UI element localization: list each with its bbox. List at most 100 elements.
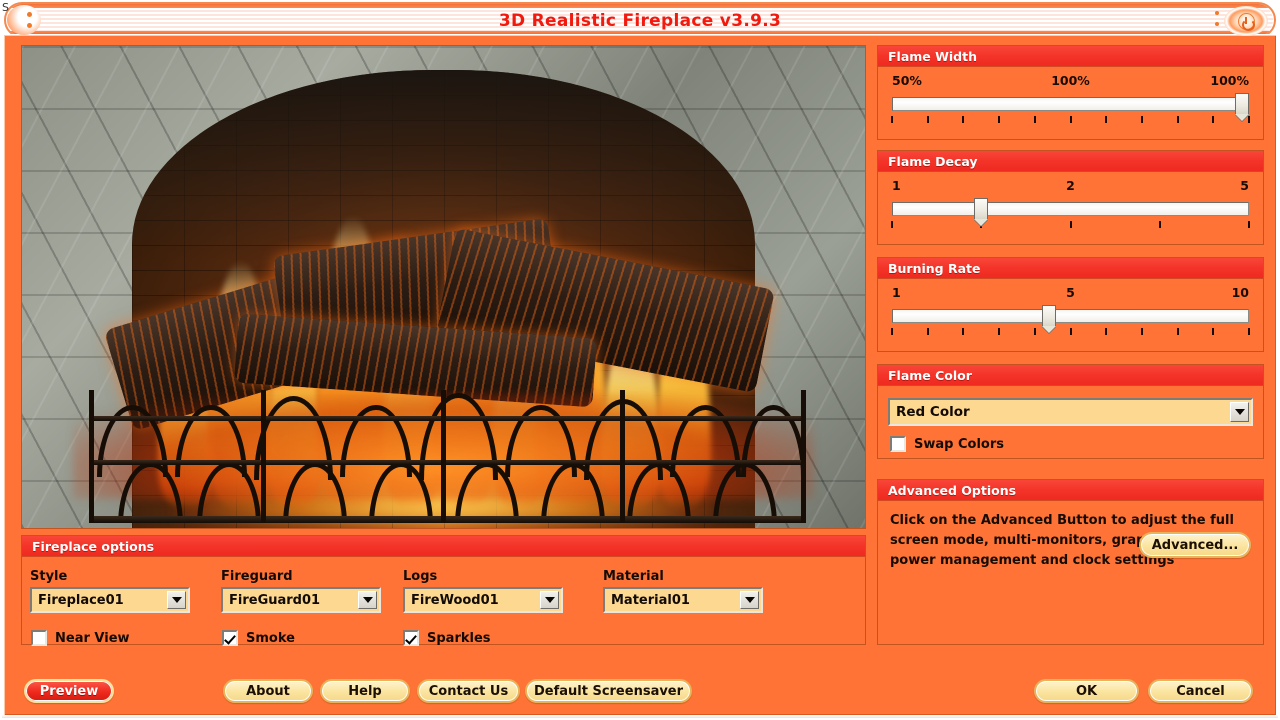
cancel-button[interactable]: Cancel: [1148, 679, 1253, 703]
help-button[interactable]: Help: [320, 679, 410, 703]
burning-rate-scale: 1 5 10: [892, 285, 1249, 303]
fireguard-label: Fireguard: [221, 569, 293, 584]
sparkles-label: Sparkles: [427, 630, 491, 646]
flame-width-max-label: 100%: [1210, 73, 1249, 88]
flame-width-min-label: 50%: [892, 73, 922, 88]
advanced-options-header: Advanced Options: [878, 480, 1263, 501]
flame-width-header: Flame Width: [878, 46, 1263, 67]
default-screensaver-button-label: Default Screensaver: [533, 683, 684, 699]
style-field: Style Fireplace01: [30, 569, 190, 613]
advanced-button-label: Advanced...: [1151, 537, 1239, 553]
about-button-label: About: [246, 683, 290, 699]
chevron-down-icon[interactable]: [358, 591, 377, 609]
application-window: S 3D Realistic Fireplace v3.9.3 Fireplac…: [0, 0, 1280, 720]
window-left-cap-icon: [7, 5, 41, 35]
logs-label: Logs: [403, 569, 438, 584]
title-bar: 3D Realistic Fireplace v3.9.3: [4, 2, 1276, 38]
flame-decay-mid-label: 2: [1066, 178, 1075, 193]
flame-color-panel: Flame Color Red Color Swap Colors: [877, 364, 1264, 459]
flame-width-ticks: [891, 116, 1250, 125]
fireplace-options-panel: Fireplace options Style Fireplace01 Fire…: [21, 535, 866, 646]
cancel-button-label: Cancel: [1176, 683, 1225, 699]
fireplace-options-title: Fireplace options: [32, 538, 155, 554]
preview-button[interactable]: Preview: [24, 679, 114, 703]
burning-rate-mid-label: 5: [1066, 285, 1075, 300]
burning-rate-panel: Burning Rate 1 5 10: [877, 257, 1264, 352]
contact-us-button[interactable]: Contact Us: [417, 679, 520, 703]
smoke-checkbox-row[interactable]: Smoke: [222, 630, 295, 646]
fireguard-field: Fireguard FireGuard01: [221, 569, 381, 613]
burning-rate-max-label: 10: [1231, 285, 1249, 300]
near-view-checkbox-row[interactable]: Near View: [31, 630, 130, 646]
fireplace-preview: [21, 45, 866, 529]
window-body: Fireplace options Style Fireplace01 Fire…: [2, 34, 1278, 718]
near-view-label: Near View: [55, 630, 130, 646]
flame-decay-slider-thumb[interactable]: [974, 198, 989, 220]
chevron-down-icon[interactable]: [540, 591, 559, 609]
stray-glyph: S: [2, 1, 9, 14]
material-field: Material Material01: [603, 569, 763, 613]
flame-decay-max-label: 5: [1240, 178, 1249, 193]
advanced-options-panel: Advanced Options Click on the Advanced B…: [877, 479, 1264, 645]
flame-width-title: Flame Width: [888, 48, 978, 64]
flame-decay-header: Flame Decay: [878, 151, 1263, 172]
advanced-options-title: Advanced Options: [888, 482, 1017, 498]
sparkles-checkbox-row[interactable]: Sparkles: [403, 630, 491, 646]
swap-colors-label: Swap Colors: [914, 436, 1004, 452]
flame-color-header: Flame Color: [878, 365, 1263, 386]
fireguard-combobox[interactable]: FireGuard01: [221, 587, 381, 613]
smoke-checkbox[interactable]: [222, 630, 238, 646]
burning-rate-slider[interactable]: [892, 305, 1249, 327]
fireguard-value: FireGuard01: [229, 592, 321, 608]
material-label: Material: [603, 569, 664, 584]
material-combobox[interactable]: Material01: [603, 587, 763, 613]
default-screensaver-button[interactable]: Default Screensaver: [525, 679, 692, 703]
flame-decay-title: Flame Decay: [888, 153, 978, 169]
help-button-label: Help: [348, 683, 382, 699]
chevron-down-icon[interactable]: [1230, 402, 1249, 422]
flame-decay-panel: Flame Decay 1 2 5: [877, 150, 1264, 245]
chevron-down-icon[interactable]: [740, 591, 759, 609]
burning-rate-title: Burning Rate: [888, 260, 981, 276]
style-label: Style: [30, 569, 68, 584]
material-value: Material01: [611, 592, 690, 608]
flame-decay-min-label: 1: [892, 178, 901, 193]
power-icon[interactable]: [1215, 6, 1268, 36]
preview-button-label: Preview: [39, 683, 99, 699]
flame-color-combobox[interactable]: Red Color: [888, 398, 1253, 426]
flame-color-value: Red Color: [896, 404, 970, 420]
contact-us-button-label: Contact Us: [428, 683, 509, 699]
flame-decay-scale: 1 2 5: [892, 178, 1249, 196]
flame-decay-slider[interactable]: [892, 198, 1249, 220]
flame-width-panel: Flame Width 50% 100% 100%: [877, 45, 1264, 140]
sparkles-checkbox[interactable]: [403, 630, 419, 646]
flame-width-slider[interactable]: [892, 93, 1249, 115]
smoke-label: Smoke: [246, 630, 295, 646]
near-view-checkbox[interactable]: [31, 630, 47, 646]
logs-field: Logs FireWood01: [403, 569, 563, 613]
burning-rate-header: Burning Rate: [878, 258, 1263, 279]
flame-width-mid-label: 100%: [1051, 73, 1090, 88]
flame-decay-ticks: [891, 221, 1250, 230]
burning-rate-min-label: 1: [892, 285, 901, 300]
style-combobox[interactable]: Fireplace01: [30, 587, 190, 613]
swap-colors-checkbox[interactable]: [890, 436, 906, 452]
logs-combobox[interactable]: FireWood01: [403, 587, 563, 613]
burning-rate-slider-thumb[interactable]: [1042, 305, 1057, 327]
fireguard-graphic: [89, 379, 806, 524]
flame-color-title: Flame Color: [888, 367, 972, 383]
logs-value: FireWood01: [411, 592, 499, 608]
flame-width-scale: 50% 100% 100%: [892, 73, 1249, 91]
advanced-button[interactable]: Advanced...: [1139, 532, 1251, 558]
ok-button[interactable]: OK: [1034, 679, 1139, 703]
burning-rate-ticks: [891, 328, 1250, 337]
footer-bar: Preview About Help Contact Us Default Sc…: [4, 655, 1276, 715]
ok-button-label: OK: [1075, 683, 1098, 699]
fireplace-options-header: Fireplace options: [22, 536, 865, 557]
swap-colors-checkbox-row[interactable]: Swap Colors: [890, 436, 1263, 452]
about-button[interactable]: About: [223, 679, 313, 703]
style-value: Fireplace01: [38, 592, 124, 608]
flame-width-slider-thumb[interactable]: [1235, 93, 1249, 115]
window-title: 3D Realistic Fireplace v3.9.3: [498, 11, 782, 31]
chevron-down-icon[interactable]: [167, 591, 186, 609]
